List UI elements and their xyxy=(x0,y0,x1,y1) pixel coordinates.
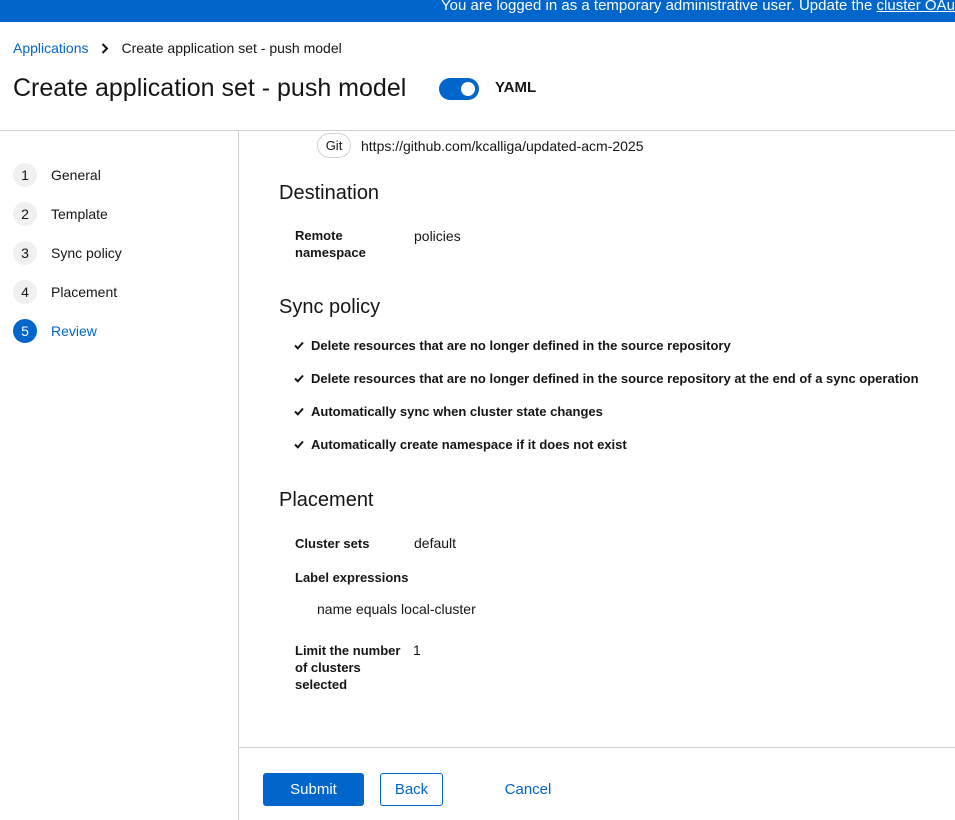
repository-row: Git https://github.com/kcalliga/updated-… xyxy=(317,133,644,158)
step-number: 5 xyxy=(13,318,37,343)
nav-item-label: Sync policy xyxy=(51,244,122,261)
nav-item-label: Placement xyxy=(51,283,118,300)
check-icon xyxy=(294,407,304,416)
footer-divider xyxy=(239,747,955,748)
cluster-oauth-link[interactable]: cluster OAuth con xyxy=(877,0,955,14)
check-icon xyxy=(294,374,304,383)
cluster-sets-term: Cluster sets xyxy=(295,536,370,551)
submit-button[interactable]: Submit xyxy=(263,773,364,806)
yaml-toggle[interactable] xyxy=(439,78,479,100)
sync-policy-item: Automatically create namespace if it doe… xyxy=(294,437,627,452)
page-title: Create application set - push model xyxy=(13,74,407,102)
nav-item-placement[interactable]: 4 Placement xyxy=(13,272,122,311)
term-line: Remote xyxy=(295,228,343,243)
sync-policy-item: Automatically sync when cluster state ch… xyxy=(294,404,603,419)
nav-item-label: Template xyxy=(51,205,108,222)
banner-text: You are logged in as a temporary adminis… xyxy=(441,0,955,14)
nav-item-template[interactable]: 2 Template xyxy=(13,194,122,233)
step-number: 1 xyxy=(13,162,37,187)
nav-item-review[interactable]: 5 Review xyxy=(13,311,122,350)
sync-policy-item-label: Automatically create namespace if it doe… xyxy=(311,437,627,452)
step-number: 4 xyxy=(13,279,37,304)
limit-clusters-value: 1 xyxy=(413,642,421,658)
breadcrumb-current: Create application set - push model xyxy=(121,40,342,56)
nav-item-sync-policy[interactable]: 3 Sync policy xyxy=(13,233,122,272)
sync-policy-title: Sync policy xyxy=(279,296,381,318)
check-icon xyxy=(294,341,304,350)
git-badge: Git xyxy=(317,133,351,158)
wizard-nav: 1 General 2 Template 3 Sync policy 4 Pla… xyxy=(13,155,122,350)
term-line: selected xyxy=(295,677,348,692)
sync-policy-item-label: Delete resources that are no longer defi… xyxy=(311,338,731,353)
sync-policy-item-label: Automatically sync when cluster state ch… xyxy=(311,404,603,419)
remote-namespace-term: Remote namespace xyxy=(295,227,366,261)
review-content[interactable]: Git https://github.com/kcalliga/updated-… xyxy=(239,131,955,747)
term-line: of clusters xyxy=(295,660,361,675)
placement-title: Placement xyxy=(279,489,374,511)
remote-namespace-value: policies xyxy=(414,228,461,244)
sync-policy-item: Delete resources that are no longer defi… xyxy=(294,338,731,353)
breadcrumb-applications-link[interactable]: Applications xyxy=(13,40,89,56)
chevron-right-icon xyxy=(101,42,110,54)
limit-clusters-term: Limit the number of clusters selected xyxy=(295,642,400,693)
cancel-button[interactable]: Cancel xyxy=(495,773,561,806)
cluster-sets-value: default xyxy=(414,535,457,551)
term-line: Limit the number xyxy=(295,643,401,658)
sync-policy-item: Delete resources that are no longer defi… xyxy=(294,371,919,386)
banner-message: You are logged in as a temporary adminis… xyxy=(441,0,877,14)
sync-policy-item-label: Delete resources that are no longer defi… xyxy=(311,371,919,386)
toggle-knob xyxy=(461,82,475,96)
term-line: namespace xyxy=(295,245,366,260)
admin-banner: You are logged in as a temporary adminis… xyxy=(0,0,955,22)
step-number: 3 xyxy=(13,240,37,265)
label-expression-value: name equals local-cluster xyxy=(317,601,476,617)
destination-title: Destination xyxy=(279,182,380,204)
step-number: 2 xyxy=(13,201,37,226)
back-button[interactable]: Back xyxy=(380,773,443,806)
check-icon xyxy=(294,440,304,449)
breadcrumb: Applications Create application set - pu… xyxy=(13,40,342,56)
nav-item-label: General xyxy=(51,166,101,183)
nav-item-general[interactable]: 1 General xyxy=(13,155,122,194)
nav-item-label: Review xyxy=(51,322,97,339)
repository-url: https://github.com/kcalliga/updated-acm-… xyxy=(361,137,644,154)
label-expressions-term: Label expressions xyxy=(295,570,409,585)
yaml-toggle-label: YAML xyxy=(495,79,537,96)
